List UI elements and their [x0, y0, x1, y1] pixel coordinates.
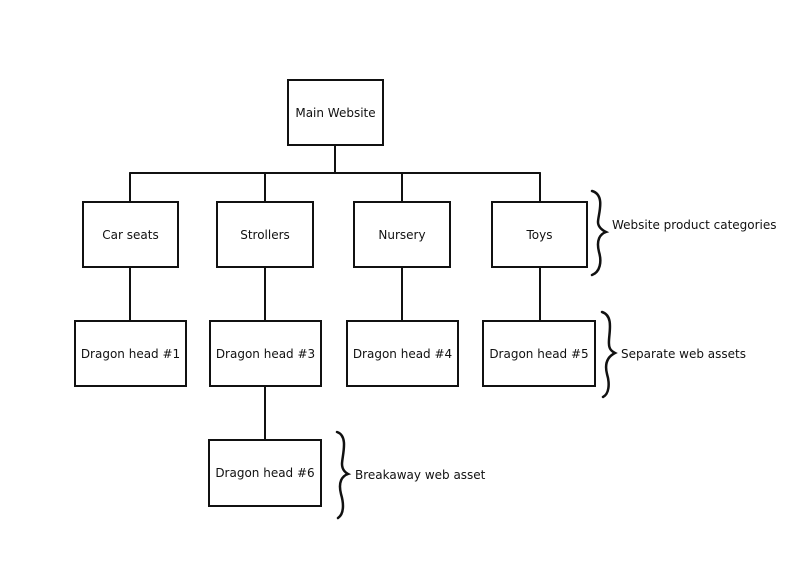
annotation-breakaway: Breakaway web asset [355, 468, 486, 482]
node-label: Nursery [378, 227, 426, 242]
node-strollers: Strollers [216, 201, 314, 268]
node-label: Main Website [295, 105, 376, 120]
node-label: Toys [526, 227, 553, 242]
node-dragon-head-4: Dragon head #4 [346, 320, 459, 387]
brace-assets [600, 310, 618, 399]
node-label: Dragon head #5 [489, 346, 589, 361]
node-dragon-head-6: Dragon head #6 [208, 439, 322, 507]
annotation-assets: Separate web assets [621, 347, 746, 361]
brace-breakaway [335, 430, 352, 520]
node-label: Dragon head #3 [215, 346, 316, 361]
node-dragon-head-5: Dragon head #5 [482, 320, 596, 387]
node-label: Dragon head #1 [80, 346, 181, 361]
node-label: Dragon head #4 [352, 346, 453, 361]
node-car-seats: Car seats [82, 201, 179, 268]
node-dragon-head-1: Dragon head #1 [74, 320, 187, 387]
node-main-website: Main Website [287, 79, 384, 146]
node-label: Car seats [102, 227, 159, 242]
brace-categories [590, 189, 610, 277]
annotation-categories: Website product categories [612, 218, 777, 232]
node-label: Strollers [240, 227, 290, 242]
node-label: Dragon head #6 [215, 466, 315, 480]
node-toys: Toys [491, 201, 588, 268]
node-dragon-head-3: Dragon head #3 [209, 320, 322, 387]
node-nursery: Nursery [353, 201, 451, 268]
